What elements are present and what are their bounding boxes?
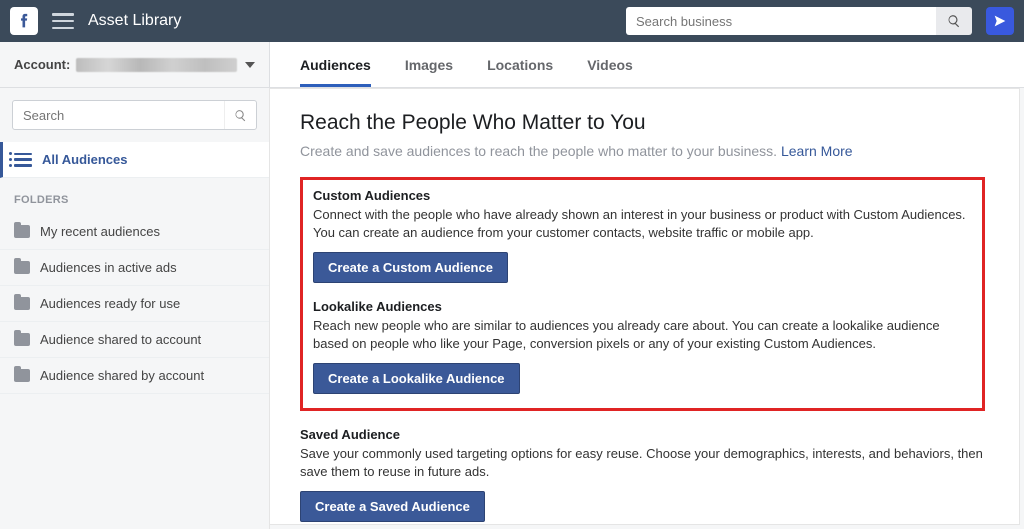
sub-header: Account: Audiences Images Locations Vide… — [0, 42, 1024, 88]
chevron-down-icon — [245, 62, 255, 68]
create-saved-audience-button[interactable]: Create a Saved Audience — [300, 491, 485, 522]
section-body: Connect with the people who have already… — [313, 206, 972, 242]
section-lookalike-audiences: Lookalike Audiences Reach new people who… — [313, 299, 972, 394]
global-search — [626, 7, 972, 35]
section-heading: Custom Audiences — [313, 188, 972, 203]
sidebar-item-all-audiences[interactable]: All Audiences — [0, 142, 269, 178]
sidebar-folder-active-ads[interactable]: Audiences in active ads — [0, 250, 269, 286]
folder-icon — [14, 225, 30, 238]
folder-icon — [14, 297, 30, 310]
sidebar-search-button[interactable] — [224, 101, 256, 129]
extension-icon[interactable] — [986, 7, 1014, 35]
page-title: Reach the People Who Matter to You — [300, 111, 985, 135]
list-icon — [14, 153, 32, 167]
sidebar-item-label: All Audiences — [42, 152, 127, 167]
folder-icon — [14, 333, 30, 346]
search-icon — [234, 109, 247, 122]
facebook-logo[interactable] — [10, 7, 38, 35]
top-nav: Asset Library — [0, 0, 1024, 42]
folder-icon — [14, 261, 30, 274]
section-heading: Lookalike Audiences — [313, 299, 972, 314]
sidebar-folder-shared-to[interactable]: Audience shared to account — [0, 322, 269, 358]
search-button[interactable] — [936, 7, 972, 35]
sidebar-folder-recent[interactable]: My recent audiences — [0, 214, 269, 250]
tabs: Audiences Images Locations Videos — [270, 42, 633, 87]
folder-icon — [14, 369, 30, 382]
section-body: Save your commonly used targeting option… — [300, 445, 985, 481]
folders-heading: FOLDERS — [0, 178, 269, 214]
sidebar-item-label: Audience shared to account — [40, 332, 201, 347]
highlighted-sections: Custom Audiences Connect with the people… — [300, 177, 985, 411]
sidebar-search-input[interactable] — [13, 101, 224, 129]
create-lookalike-audience-button[interactable]: Create a Lookalike Audience — [313, 363, 520, 394]
section-body: Reach new people who are similar to audi… — [313, 317, 972, 353]
app-title: Asset Library — [88, 12, 181, 30]
account-name-redacted — [76, 58, 237, 72]
tab-locations[interactable]: Locations — [487, 43, 553, 87]
main-content: Reach the People Who Matter to You Creat… — [270, 88, 1020, 525]
body: All Audiences FOLDERS My recent audience… — [0, 88, 1024, 529]
sidebar-folder-shared-by[interactable]: Audience shared by account — [0, 358, 269, 394]
sidebar-item-label: Audiences in active ads — [40, 260, 177, 275]
tab-images[interactable]: Images — [405, 43, 453, 87]
create-custom-audience-button[interactable]: Create a Custom Audience — [313, 252, 508, 283]
section-saved-audience: Saved Audience Save your commonly used t… — [300, 427, 985, 522]
search-icon — [947, 14, 961, 28]
page-subtitle: Create and save audiences to reach the p… — [300, 143, 985, 159]
tab-audiences[interactable]: Audiences — [300, 43, 371, 87]
sidebar-folder-ready[interactable]: Audiences ready for use — [0, 286, 269, 322]
sidebar-item-label: Audiences ready for use — [40, 296, 180, 311]
menu-icon[interactable] — [52, 13, 74, 29]
account-label: Account: — [14, 57, 70, 72]
account-selector[interactable]: Account: — [0, 42, 270, 87]
section-custom-audiences: Custom Audiences Connect with the people… — [313, 188, 972, 283]
search-input[interactable] — [626, 7, 936, 35]
section-heading: Saved Audience — [300, 427, 985, 442]
sidebar-search — [12, 100, 257, 130]
sidebar: All Audiences FOLDERS My recent audience… — [0, 88, 270, 529]
sidebar-item-label: Audience shared by account — [40, 368, 204, 383]
learn-more-link[interactable]: Learn More — [781, 143, 853, 159]
tab-videos[interactable]: Videos — [587, 43, 633, 87]
sidebar-item-label: My recent audiences — [40, 224, 160, 239]
